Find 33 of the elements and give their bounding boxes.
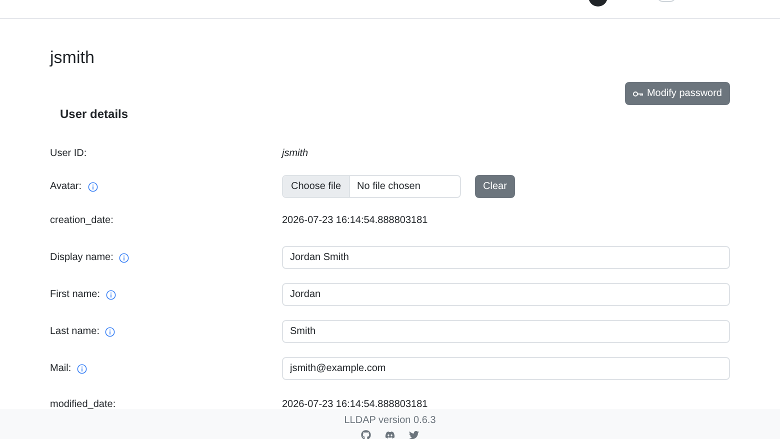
choose-file-button[interactable]: Choose file (283, 176, 350, 197)
page-title: jsmith (50, 49, 96, 66)
file-name: No file chosen (356, 180, 422, 194)
clear-button[interactable]: Clear (475, 175, 515, 198)
modify-password-button[interactable]: Modify password (624, 82, 730, 105)
info-icon[interactable] (88, 182, 98, 192)
field-label: First name: (50, 288, 100, 302)
field-label: modified_date: (50, 398, 116, 412)
input-field[interactable]: Jordan Smith (282, 246, 730, 269)
field-label: Mail: (50, 362, 72, 376)
avatar-icon[interactable] (588, 0, 608, 7)
key-icon (632, 90, 643, 96)
field-label: Avatar: (50, 180, 82, 194)
field-label: Display name: (50, 251, 114, 265)
input-field[interactable]: Jordan (282, 283, 730, 306)
github-icon[interactable] (361, 430, 371, 439)
input-field[interactable]: Smith (282, 320, 730, 343)
field-value: 2026-07-23 16:14:54.888803181 (282, 214, 428, 228)
field-label: creation_date: (50, 214, 114, 228)
input-field[interactable]: jsmith@example.com (282, 357, 730, 380)
field-value: jsmith (282, 147, 308, 161)
field-value: 2026-07-23 16:14:54.888803181 (282, 398, 428, 412)
info-icon[interactable] (105, 326, 116, 336)
chat-icon[interactable] (385, 430, 395, 439)
info-icon[interactable] (119, 252, 130, 262)
section-title: User details (60, 108, 130, 120)
field-label: User ID: (50, 147, 87, 161)
info-icon[interactable] (77, 364, 88, 374)
bird-icon[interactable] (409, 430, 419, 439)
version-text: LLDAP version 0.6.3 (344, 414, 436, 428)
info-icon[interactable] (106, 290, 116, 300)
field-label: Last name: (50, 325, 100, 339)
file-input[interactable]: Choose file No file chosen (282, 175, 461, 198)
